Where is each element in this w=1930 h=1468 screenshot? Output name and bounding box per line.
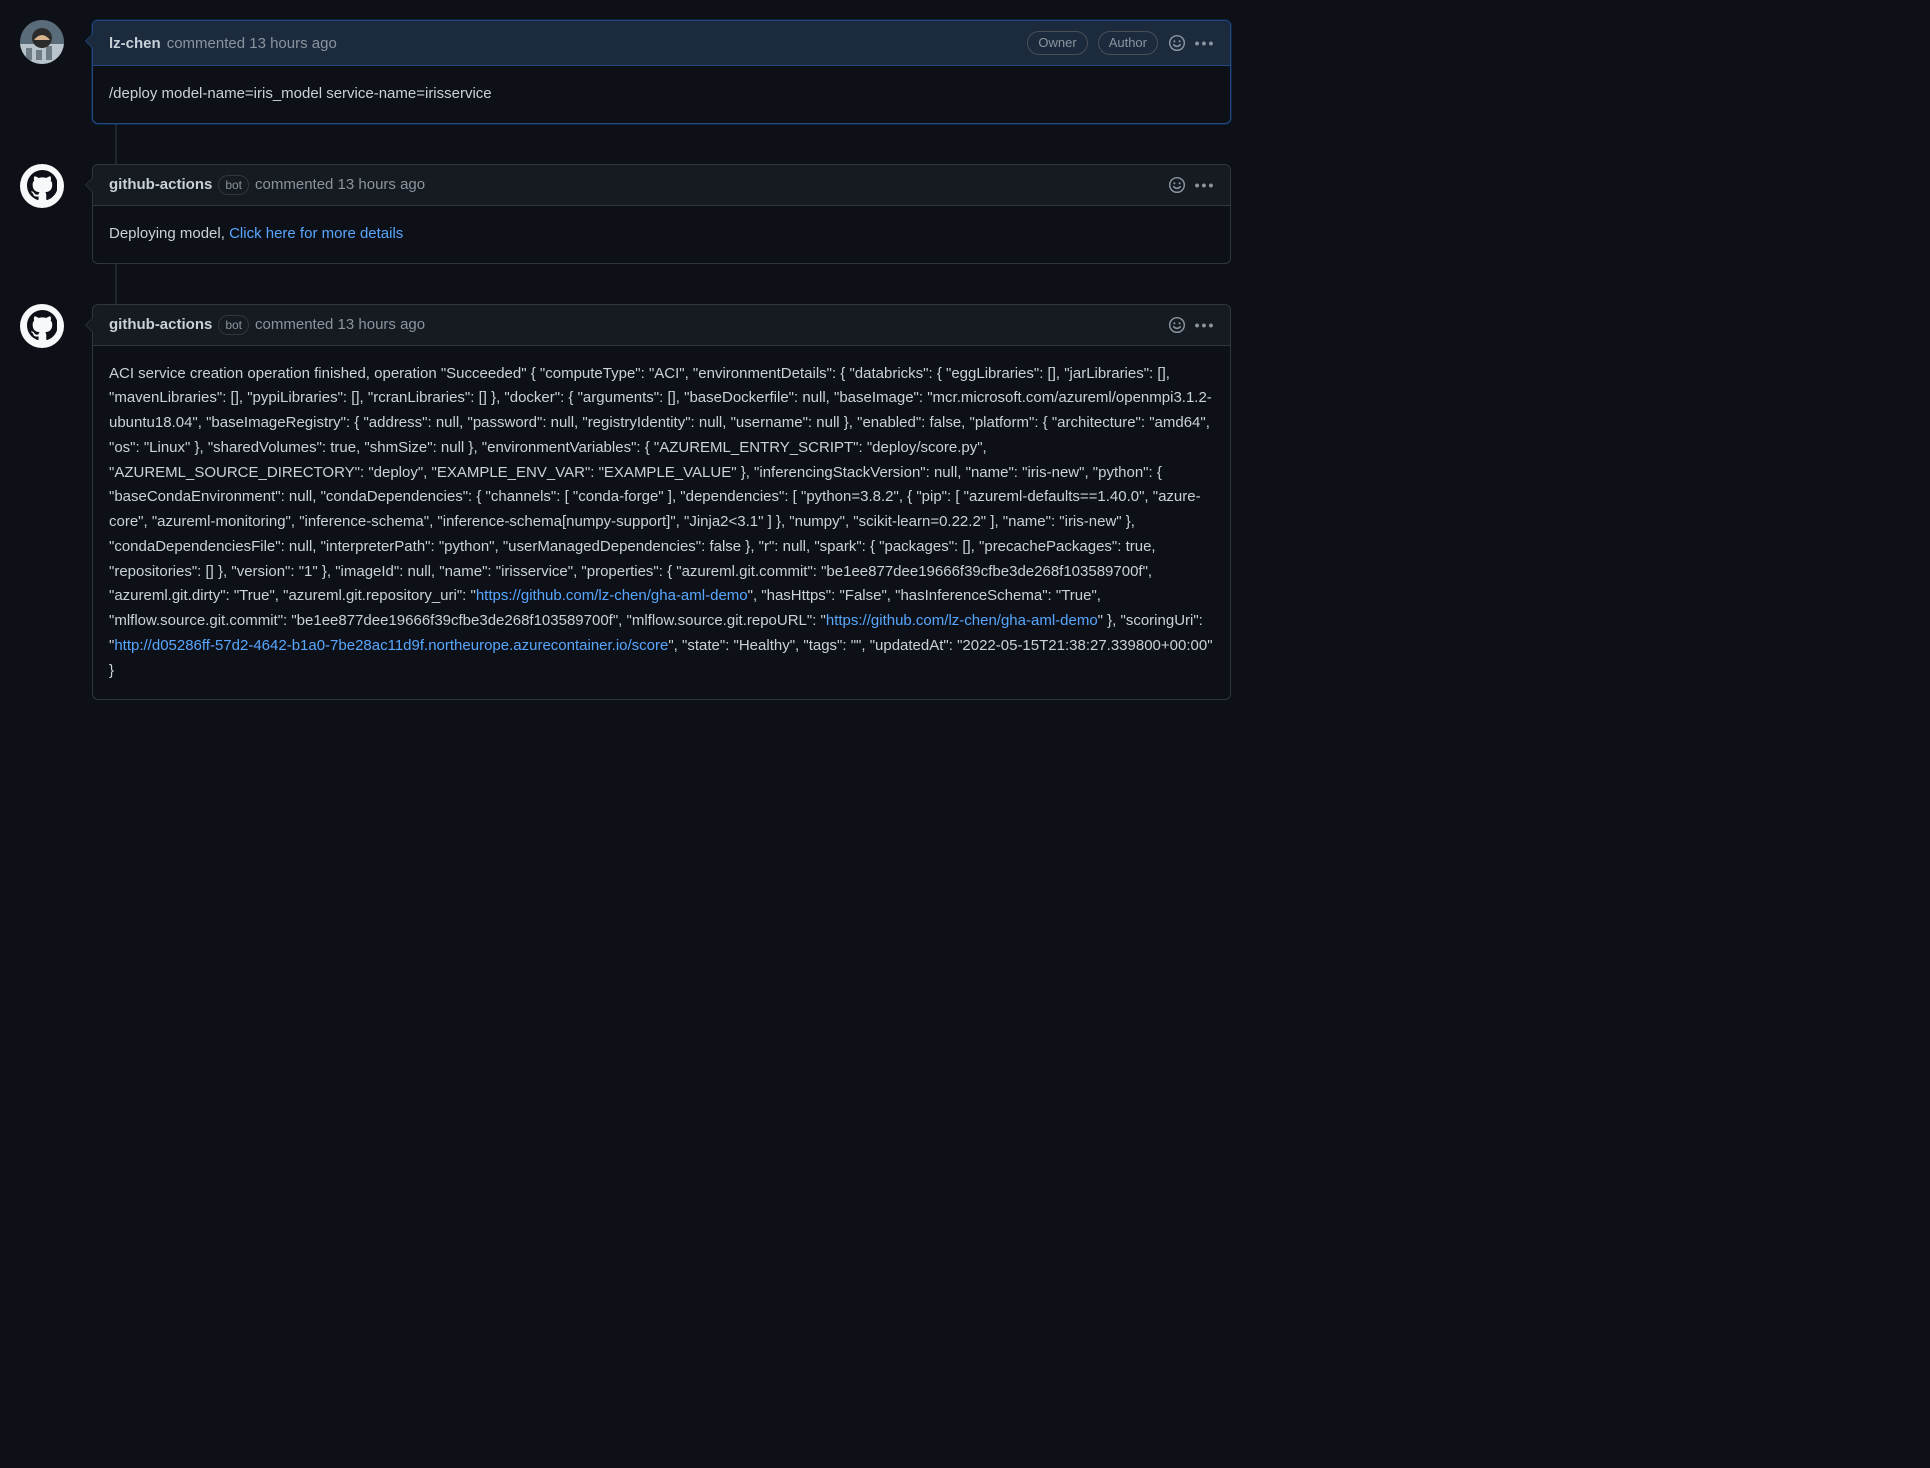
comment-actions: •••: [1168, 176, 1214, 194]
comment-time: commented 13 hours ago: [255, 316, 425, 333]
comment-meta: github-actions bot commented 13 hours ag…: [109, 315, 425, 335]
comment-time: commented 13 hours ago: [255, 176, 425, 193]
comment-header: github-actions bot commented 13 hours ag…: [93, 305, 1230, 346]
comment-item: github-actions bot commented 13 hours ag…: [92, 164, 1231, 264]
comment-body: Deploying model, Click here for more det…: [93, 206, 1230, 263]
user-avatar-icon: [20, 20, 64, 64]
comment-caret-icon: [85, 177, 93, 193]
bot-badge: bot: [218, 175, 249, 195]
comment-caret-icon: [85, 33, 93, 49]
comment-meta: github-actions bot commented 13 hours ag…: [109, 175, 425, 195]
emoji-icon[interactable]: [1168, 176, 1186, 194]
timeline: lz-chen commented 13 hours ago Owner Aut…: [20, 20, 1231, 700]
owner-badge: Owner: [1027, 31, 1087, 55]
kebab-icon[interactable]: •••: [1196, 34, 1214, 52]
comment-actions: •••: [1168, 316, 1214, 334]
repo-link[interactable]: https://github.com/lz-chen/gha-aml-demo: [476, 587, 748, 604]
repo-link[interactable]: https://github.com/lz-chen/gha-aml-demo: [826, 612, 1098, 629]
comment-header: github-actions bot commented 13 hours ag…: [93, 165, 1230, 206]
kebab-icon[interactable]: •••: [1196, 176, 1214, 194]
comment-header: lz-chen commented 13 hours ago Owner Aut…: [93, 21, 1230, 66]
comment-item: github-actions bot commented 13 hours ag…: [92, 304, 1231, 701]
comment-caret-icon: [85, 317, 93, 333]
comment-actions: Owner Author •••: [1027, 31, 1214, 55]
emoji-icon[interactable]: [1168, 316, 1186, 334]
comment-item: lz-chen commented 13 hours ago Owner Aut…: [92, 20, 1231, 124]
avatar[interactable]: [20, 20, 64, 64]
author-badge: Author: [1098, 31, 1158, 55]
comment-box: github-actions bot commented 13 hours ag…: [92, 304, 1231, 701]
author-link[interactable]: github-actions: [109, 176, 212, 193]
avatar[interactable]: [20, 164, 64, 208]
emoji-icon[interactable]: [1168, 34, 1186, 52]
comment-box: github-actions bot commented 13 hours ag…: [92, 164, 1231, 264]
github-icon: [27, 170, 58, 201]
author-link[interactable]: github-actions: [109, 316, 212, 333]
bot-badge: bot: [218, 315, 249, 335]
github-icon: [27, 310, 58, 341]
author-link[interactable]: lz-chen: [109, 35, 161, 52]
comment-time: commented 13 hours ago: [167, 35, 337, 52]
comment-meta: lz-chen commented 13 hours ago: [109, 35, 337, 52]
scoring-uri-link[interactable]: http://d05286ff-57d2-4642-b1a0-7be28ac11…: [114, 637, 668, 654]
comment-box: lz-chen commented 13 hours ago Owner Aut…: [92, 20, 1231, 124]
comment-body: /deploy model-name=iris_model service-na…: [93, 66, 1230, 123]
avatar[interactable]: [20, 304, 64, 348]
comment-body: ACI service creation operation finished,…: [93, 346, 1230, 700]
body-text: Deploying model,: [109, 225, 229, 242]
details-link[interactable]: Click here for more details: [229, 225, 403, 242]
kebab-icon[interactable]: •••: [1196, 316, 1214, 334]
body-text: ACI service creation operation finished,…: [109, 365, 1212, 605]
